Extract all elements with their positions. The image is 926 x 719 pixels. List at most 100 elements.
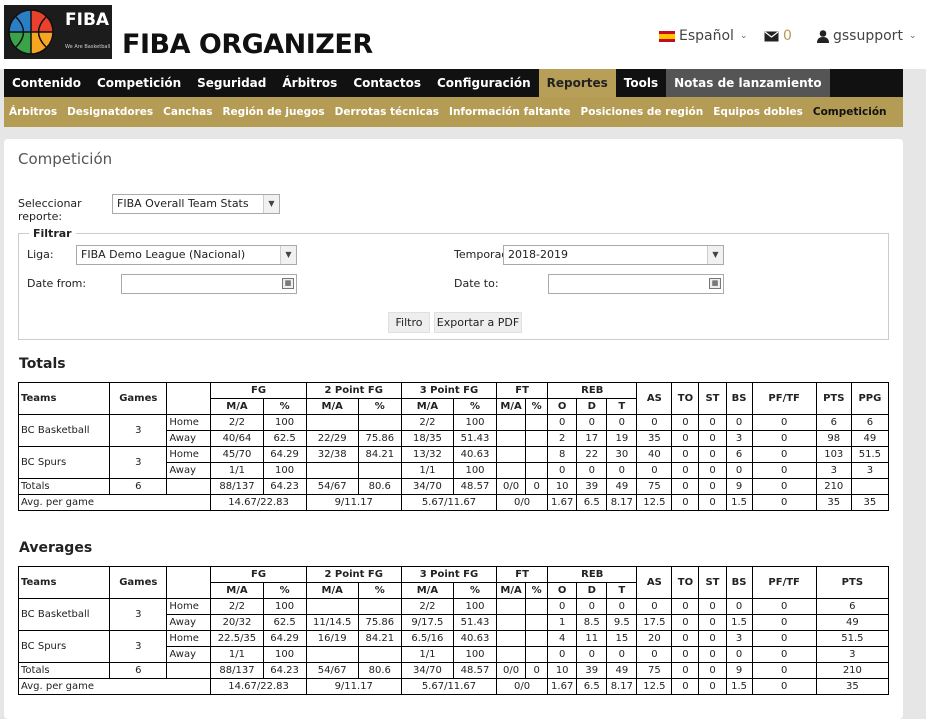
- stat-cell-reb_o: 0: [547, 646, 578, 663]
- liga-select[interactable]: FIBA Demo League (Nacional) ▼: [76, 245, 297, 265]
- stat-cell-reb_d: 0: [576, 598, 608, 615]
- totals-cell-p2_ma: 54/67: [305, 662, 359, 679]
- subnav-item-derrotas-tecnicas[interactable]: Derrotas técnicas: [330, 106, 444, 118]
- export-pdf-button[interactable]: Exportar a PDF: [434, 312, 522, 333]
- nav-item-seguridad[interactable]: Seguridad: [189, 69, 274, 97]
- totals-venue: [166, 662, 212, 679]
- language-selector[interactable]: Español ⌄: [659, 28, 747, 44]
- chevron-down-icon: ▼: [263, 195, 279, 213]
- subnav-item-posiciones-de-region[interactable]: Posiciones de región: [576, 106, 709, 118]
- totals-venue: [166, 478, 212, 495]
- col-reb-d: D: [576, 582, 608, 599]
- nav-item-reportes[interactable]: Reportes: [538, 69, 616, 97]
- nav-item-notas-de-lanzamiento[interactable]: Notas de lanzamiento: [666, 69, 830, 97]
- avg-cell-bs: 1.5: [725, 494, 753, 511]
- avg-cell-pftf: 0: [751, 678, 817, 695]
- nav-item-tools[interactable]: Tools: [616, 69, 666, 97]
- col-pct: %: [525, 582, 549, 599]
- nav-item-contenido[interactable]: Contenido: [4, 69, 89, 97]
- totals-cell-to: 0: [671, 478, 700, 495]
- header-row: Teams Games FG 2 Point FG 3 Point FG FT REB AS T…: [17, 382, 890, 415]
- temporada-select[interactable]: 2018-2019 ▼: [503, 245, 724, 265]
- nav-item-competicion[interactable]: Competición: [89, 69, 189, 97]
- subnav-item-competicion[interactable]: Competición: [808, 106, 892, 118]
- totals-cell-pftf: 0: [751, 478, 817, 495]
- stat-cell-pts: 6: [815, 414, 852, 431]
- avg-row: Avg. per game 14.67/22.83 9/11.17 5.67/11.6…: [17, 494, 890, 511]
- stat-cell-fg_ma: 2/2: [210, 598, 264, 615]
- liga-select-value: FIBA Demo League (Nacional): [81, 248, 246, 261]
- app-title: FIBA ORGANIZER: [122, 29, 373, 60]
- calendar-icon[interactable]: ▦: [282, 278, 294, 289]
- subnav-item-designatdores[interactable]: Designatdores: [62, 106, 158, 118]
- totals-cell-ft_pct: 0: [525, 662, 549, 679]
- header-row: Teams Games FG 2 Point FG 3 Point FG FT REB AS T…: [17, 566, 890, 599]
- stat-cell-ft_ma: [496, 598, 527, 615]
- stat-cell-p2_ma: 11/14.5: [305, 614, 359, 631]
- venue-cell: Away: [166, 462, 212, 479]
- stat-cell-p2_ma: 22/29: [305, 430, 359, 447]
- report-select[interactable]: FIBA Overall Team Stats ▼: [112, 194, 280, 214]
- subnav-item-canchas[interactable]: Canchas: [158, 106, 217, 118]
- avg-cell-to: 0: [671, 494, 700, 511]
- stat-cell-ft_pct: [525, 614, 549, 631]
- stat-cell-pftf: 0: [751, 646, 817, 663]
- totals-cell-bs: 9: [725, 662, 753, 679]
- totals-cell-fg_ma: 88/137: [210, 478, 264, 495]
- venue-cell: Away: [166, 614, 212, 631]
- messages-link[interactable]: 0: [764, 28, 792, 44]
- stat-cell-p2_pct: 84.21: [357, 630, 402, 647]
- subnav-item-equipos-dobles[interactable]: Equipos dobles: [708, 106, 808, 118]
- avg-cell-ft: 0/0: [496, 678, 549, 695]
- col-pct: %: [357, 398, 402, 415]
- nav-item-arbitros[interactable]: Árbitros: [274, 69, 345, 97]
- nav-item-contactos[interactable]: Contactos: [345, 69, 429, 97]
- chevron-down-icon: ▼: [280, 246, 296, 264]
- date-from-input[interactable]: ▦: [121, 274, 297, 294]
- stat-cell-ft_pct: [525, 430, 549, 447]
- subnav-item-arbitros[interactable]: Árbitros: [4, 106, 62, 118]
- stat-cell-st: 0: [698, 598, 727, 615]
- logo-tagline: We Are Basketball: [65, 44, 111, 50]
- stat-cell-reb_d: 0: [576, 462, 608, 479]
- stat-cell-p3_pct: 51.43: [452, 614, 498, 631]
- stat-cell-bs: 0: [725, 414, 753, 431]
- stat-cell-ft_ma: [496, 646, 527, 663]
- avg-cell-reb_o: 1.67: [547, 678, 578, 695]
- stat-cell-p3_pct: 51.43: [452, 430, 498, 447]
- stat-cell-reb_d: 22: [576, 446, 608, 463]
- stat-cell-to: 0: [671, 630, 700, 647]
- totals-cell-p3_ma: 34/70: [400, 662, 454, 679]
- col-reb-o: O: [547, 582, 578, 599]
- stat-cell-st: 0: [698, 614, 727, 631]
- filter-button[interactable]: Filtro: [388, 312, 430, 333]
- table-row: BC Spurs 3 Home 22.5/35 64.29 16/19 84.21 6.5/1…: [17, 630, 890, 663]
- col-as: AS: [636, 382, 673, 415]
- user-menu[interactable]: gssupport ⌄: [817, 28, 916, 44]
- subnav-item-region-de-juegos[interactable]: Región de juegos: [217, 106, 329, 118]
- date-to-input[interactable]: ▦: [548, 274, 724, 294]
- stat-cell-as: 0: [636, 598, 673, 615]
- temporada-select-value: 2018-2019: [508, 248, 568, 261]
- totals-row: Totals 6 88/137 64.23 54/67 80.6 34/70 48.57 0/0…: [17, 662, 890, 679]
- stat-cell-p3_ma: 18/35: [400, 430, 454, 447]
- stat-cell-reb_t: 19: [606, 430, 638, 447]
- stat-cell-pts: 49: [815, 614, 890, 631]
- stat-cell-p2_ma: [305, 598, 359, 615]
- stat-cell-ft_ma: [496, 462, 527, 479]
- calendar-icon[interactable]: ▦: [709, 278, 721, 289]
- avg-cell-p3: 5.67/11.67: [400, 678, 498, 695]
- fiba-logo[interactable]: FIBA We Are Basketball: [4, 5, 112, 59]
- totals-row: Totals 6 88/137 64.23 54/67 80.6 34/70 48.57 0/0…: [17, 478, 890, 495]
- sub-nav: Árbitros Designatdores Canchas Región de ju…: [4, 97, 903, 127]
- stat-cell-p2_pct: 84.21: [357, 446, 402, 463]
- col-2pt-fg: 2 Point FG: [305, 566, 402, 583]
- stat-cell-ft_pct: [525, 414, 549, 431]
- table-row: BC Basketball 3 Home 2/2 100 2/2 100 0 0 0 0 0 0 0 0 6 6: [17, 414, 890, 447]
- subnav-item-informacion-faltante[interactable]: Información faltante: [444, 106, 576, 118]
- col-ma: M/A: [210, 582, 264, 599]
- stat-cell-pts: 98: [815, 430, 852, 447]
- stat-cell-pftf: 0: [751, 414, 817, 431]
- nav-item-configuracion[interactable]: Configuración: [429, 69, 539, 97]
- avg-cell-fg: 14.67/22.83: [210, 494, 307, 511]
